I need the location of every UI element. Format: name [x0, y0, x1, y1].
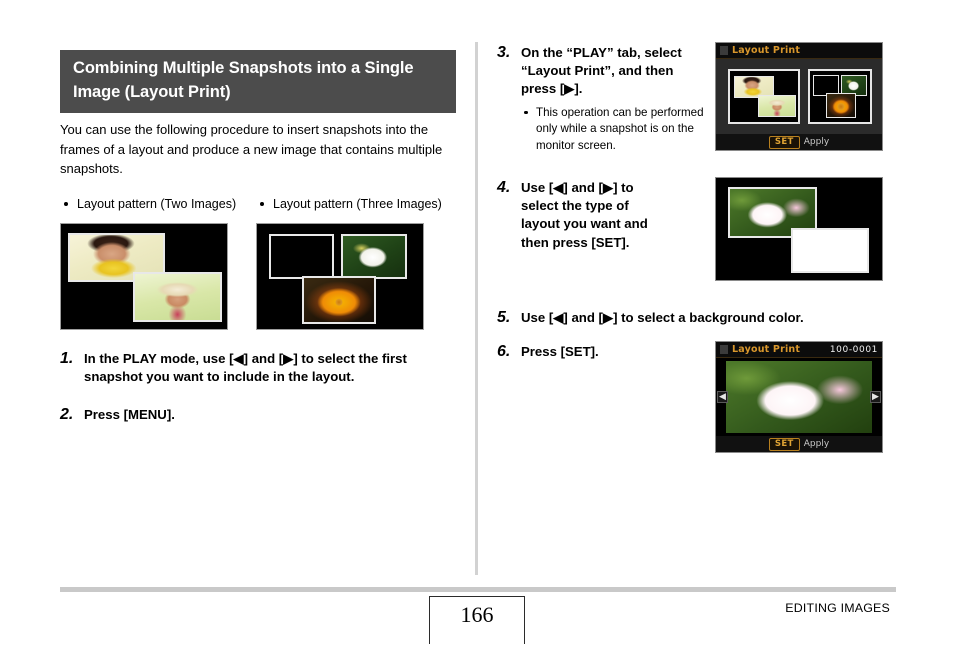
- nav-right-icon[interactable]: ▶: [870, 391, 881, 404]
- page-number: 166: [460, 602, 494, 627]
- step-3-number: 3.: [497, 44, 511, 61]
- step-4-text: Use [◀] and [▶] to select the type of la…: [521, 180, 648, 250]
- page-title: Combining Multiple Snapshots into a Sing…: [60, 50, 456, 113]
- sample-photo-cosmos: [269, 233, 334, 279]
- sample-photo-hat: [133, 271, 222, 322]
- layout-preview-illustration: [715, 177, 883, 282]
- step-3-text: On the “PLAY” tab, select “Layout Print”…: [521, 45, 682, 97]
- result-screen-body: ◀ ▶: [716, 358, 882, 437]
- screen-titlebar: Layout Print: [716, 43, 882, 59]
- intro-paragraph: You can use the following procedure to i…: [60, 121, 443, 177]
- apply-label: Apply: [803, 137, 830, 147]
- layout-option-two[interactable]: [728, 69, 800, 124]
- step-3: 3. On the “PLAY” tab, select “Layout Pri…: [497, 42, 705, 155]
- step-6: 6. Press [SET].: [497, 341, 705, 362]
- layout-option-three-photo-c: [826, 93, 856, 118]
- result-screen-titlebar: Layout Print 100-0001: [716, 342, 882, 359]
- set-key-badge[interactable]: SET: [768, 135, 800, 149]
- sample-photo-gazania: [302, 275, 376, 324]
- screen-slot-layout-select: Layout Print SET Apply: [715, 42, 883, 151]
- step-6-number: 6.: [497, 343, 511, 361]
- steps-left: 1. In the PLAY mode, use [◀] and [▶] to …: [60, 348, 456, 426]
- right-column: 3. On the “PLAY” tab, select “Layout Pri…: [497, 42, 897, 454]
- step-3-block: 3. On the “PLAY” tab, select “Layout Pri…: [497, 42, 897, 155]
- step-3-note: This operation can be performed only whi…: [521, 105, 706, 155]
- sample-photo-jasmine: [341, 233, 407, 279]
- step-1-text: In the PLAY mode, use [◀] and [▶] to sel…: [84, 350, 407, 385]
- step-4-block: 4. Use [◀] and [▶] to select the type of…: [497, 177, 897, 282]
- result-screen-footer: SET Apply: [716, 436, 882, 453]
- result-apply-label: Apply: [803, 439, 830, 450]
- screen-title: Layout Print: [732, 45, 801, 56]
- screen-slot-result-preview: Layout Print 100-0001 ◀ ▶ SET Apply: [715, 341, 883, 454]
- nav-left-icon[interactable]: ◀: [717, 391, 728, 404]
- section-label: EDITING IMAGES: [785, 601, 890, 615]
- step-4-number: 4.: [497, 179, 511, 197]
- screen-footer: SET Apply: [716, 134, 882, 150]
- step-2-number: 2.: [60, 406, 74, 424]
- layout-pattern-three-label: Layout pattern (Three Images): [256, 195, 446, 214]
- layout-pattern-three: Layout pattern (Three Images): [256, 195, 446, 330]
- screen-slot-layout-preview: [715, 177, 883, 282]
- preview-empty-frame: [791, 228, 869, 274]
- camera-screen-result-preview: Layout Print 100-0001 ◀ ▶ SET Apply: [715, 341, 883, 454]
- step-6-text: Press [SET].: [521, 344, 599, 360]
- layout-pattern-two-image: [60, 222, 228, 330]
- step-1-number: 1.: [60, 349, 74, 367]
- screen-body: [716, 59, 882, 134]
- result-set-key-badge[interactable]: SET: [768, 437, 800, 451]
- camera-screen-layout-select: Layout Print SET Apply: [715, 42, 883, 151]
- result-screen-file-number: 100-0001: [829, 344, 878, 355]
- layout-pattern-examples: Layout pattern (Two Images) Layout patte…: [60, 195, 456, 330]
- step-6-block: 6. Press [SET]. Layout Print 100-0001 ◀ …: [497, 341, 897, 454]
- step-3-body: On the “PLAY” tab, select “Layout Print”…: [521, 42, 706, 155]
- step-4: 4. Use [◀] and [▶] to select the type of…: [497, 177, 705, 252]
- layout-pattern-three-image: [256, 222, 424, 330]
- layout-pattern-two: Layout pattern (Two Images): [60, 195, 250, 330]
- step-2-text: Press [MENU].: [84, 407, 175, 423]
- layout-pattern-two-label: Layout pattern (Two Images): [60, 195, 250, 214]
- result-screen-title: Layout Print: [732, 344, 801, 356]
- result-photo: [726, 361, 872, 434]
- step-5-text: Use [◀] and [▶] to select a background c…: [521, 310, 804, 326]
- column-divider: [475, 42, 478, 575]
- step-5-number: 5.: [497, 309, 511, 327]
- left-column: Combining Multiple Snapshots into a Sing…: [60, 50, 456, 439]
- layout-option-three[interactable]: [808, 69, 872, 124]
- manual-page: Combining Multiple Snapshots into a Sing…: [0, 0, 954, 646]
- footer-rule: [60, 587, 896, 592]
- page-number-box: 166: [429, 596, 525, 644]
- layout-option-two-photo-b: [758, 95, 796, 117]
- step-1: 1. In the PLAY mode, use [◀] and [▶] to …: [60, 348, 456, 386]
- step-5: 5. Use [◀] and [▶] to select a backgroun…: [497, 307, 897, 328]
- step-2: 2. Press [MENU].: [60, 404, 456, 425]
